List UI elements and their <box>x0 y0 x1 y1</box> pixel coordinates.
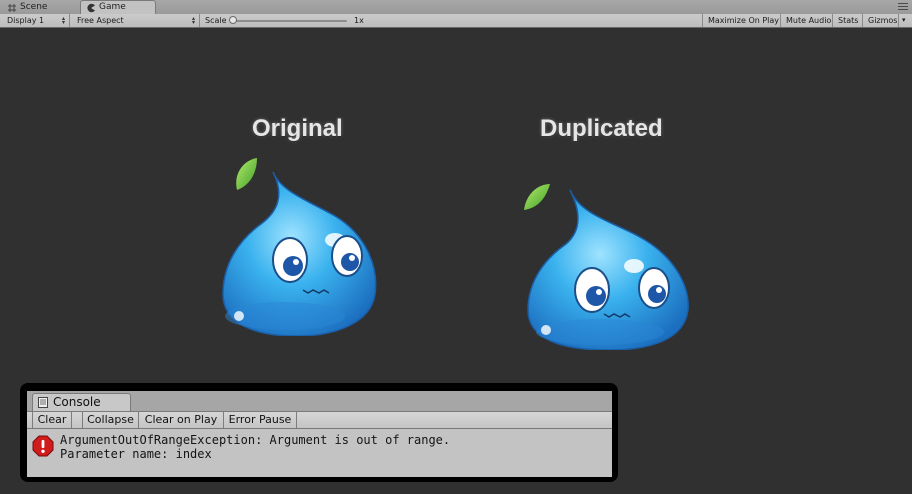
log-message-line-1: ArgumentOutOfRangeException: Argument is… <box>60 433 451 447</box>
tab-console-label: Console <box>53 395 101 409</box>
clear-button[interactable]: Clear <box>32 412 72 428</box>
stats-toggle[interactable]: Stats <box>833 14 863 27</box>
collapse-button[interactable]: Collapse <box>82 412 139 428</box>
error-icon <box>32 435 54 457</box>
original-label: Original <box>252 115 343 142</box>
aspect-dropdown[interactable]: Free Aspect ▴ ▾ <box>72 14 200 27</box>
scale-slider-track[interactable] <box>232 20 347 22</box>
display-dropdown[interactable]: Display 1 ▴ ▾ <box>2 14 70 27</box>
dropdown-arrows-icon: ▴ ▾ <box>61 15 65 26</box>
console-icon <box>38 397 48 408</box>
display-dropdown-value: Display 1 <box>7 16 45 25</box>
log-message-line-2: Parameter name: index <box>60 447 212 461</box>
leaf-icon <box>524 184 550 210</box>
unity-game-window: Scene Game Display 1 ▴ ▾ Free Aspect ▴ ▾ S… <box>0 0 912 494</box>
aspect-dropdown-value: Free Aspect <box>77 16 124 25</box>
error-pause-button[interactable]: Error Pause <box>224 412 297 428</box>
original-slime-sprite <box>222 158 377 336</box>
tab-scene-label: Scene <box>20 2 48 12</box>
grid-icon <box>8 4 16 12</box>
tab-game-label: Game <box>99 2 126 12</box>
dropdown-arrows-icon: ▴ ▾ <box>191 15 195 26</box>
tab-menu-icon[interactable] <box>898 3 908 11</box>
mute-audio-toggle[interactable]: Mute Audio <box>781 14 833 27</box>
console-log-list: ArgumentOutOfRangeException: Argument is… <box>27 429 612 477</box>
gizmos-dropdown-arrow-icon[interactable]: ▾ <box>899 14 912 27</box>
duplicated-slime-sprite <box>524 184 689 350</box>
scale-label: Scale <box>205 16 226 25</box>
tab-game[interactable]: Game <box>80 0 156 15</box>
clear-on-play-button[interactable]: Clear on Play <box>139 412 224 428</box>
leaf-icon <box>236 158 257 190</box>
gizmos-toggle[interactable]: Gizmos <box>863 14 899 27</box>
tab-scene[interactable]: Scene <box>2 1 74 14</box>
pacman-icon <box>87 3 95 13</box>
scale-value: 1x <box>354 16 364 25</box>
console-toolbar: Clear Collapse Clear on Play Error Pause <box>27 411 612 429</box>
maximize-on-play-toggle[interactable]: Maximize On Play <box>702 14 781 27</box>
console-window: Console Clear Collapse Clear on Play Err… <box>27 391 612 477</box>
tab-console[interactable]: Console <box>32 393 131 411</box>
editor-tab-bar: Scene Game <box>0 0 912 15</box>
scale-slider-thumb[interactable] <box>229 16 237 24</box>
game-toolbar: Display 1 ▴ ▾ Free Aspect ▴ ▾ Scale 1x Max… <box>0 14 912 28</box>
duplicated-label: Duplicated <box>540 115 663 142</box>
